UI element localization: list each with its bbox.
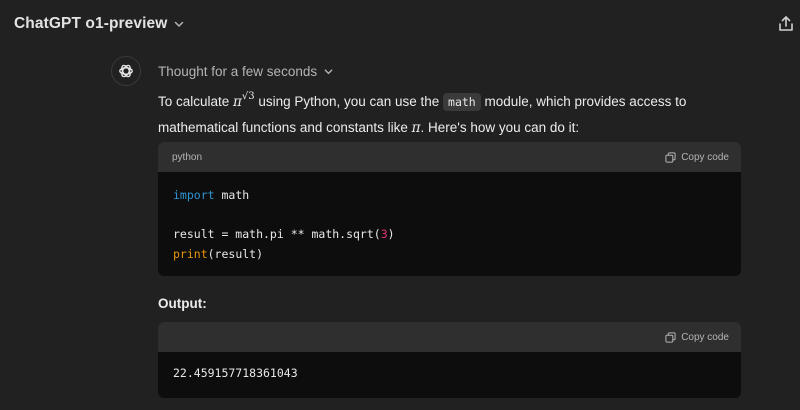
chevron-down-icon	[175, 21, 184, 27]
code-block-output: Copy code 22.459157718361043	[158, 322, 741, 398]
text-segment: . Here's how you can do it:	[420, 120, 580, 135]
math-pi: π	[411, 120, 421, 136]
code-text: )	[387, 227, 395, 241]
share-icon[interactable]	[776, 14, 796, 34]
output-content: 22.459157718361043	[173, 366, 298, 380]
response-paragraph: To calculate π√3 using Python, you can u…	[158, 90, 748, 140]
text-segment: using Python, you can use the	[254, 94, 444, 109]
copy-label: Copy code	[681, 331, 729, 343]
model-title: ChatGPT o1-preview	[14, 15, 168, 32]
math-superscript: √3	[241, 91, 255, 102]
code-keyword: import	[173, 188, 215, 202]
inline-code: math	[443, 93, 481, 111]
code-content: import math result = math.pi ** math.sqr…	[158, 172, 741, 276]
code-block-header: Copy code	[158, 322, 741, 352]
assistant-avatar	[111, 56, 141, 86]
code-text: math	[214, 188, 250, 202]
math-pi: π	[233, 94, 242, 110]
text-segment: To calculate	[158, 94, 234, 109]
code-number: 3	[380, 227, 388, 241]
chevron-down-icon	[324, 68, 333, 74]
code-text: (result)	[207, 246, 264, 261]
output-heading: Output:	[158, 296, 207, 311]
top-header: ChatGPT o1-preview	[0, 0, 800, 48]
copy-code-button[interactable]: Copy code	[665, 332, 729, 343]
model-selector[interactable]: ChatGPT o1-preview	[14, 12, 185, 36]
code-block-header: python Copy code	[158, 142, 741, 172]
code-block-python: python Copy code import math result = ma…	[158, 142, 741, 276]
copy-label: Copy code	[681, 151, 729, 163]
thought-label: Thought for a few seconds	[158, 63, 318, 79]
copy-icon	[665, 331, 676, 343]
copy-code-button[interactable]: Copy code	[665, 152, 729, 163]
code-text: result = math.pi ** math.sqrt(	[173, 227, 381, 241]
openai-logo-icon	[119, 64, 133, 78]
copy-icon	[665, 151, 676, 163]
code-builtin: print	[173, 246, 208, 261]
thought-toggle[interactable]: Thought for a few seconds	[158, 61, 334, 81]
code-language: python	[172, 151, 203, 163]
